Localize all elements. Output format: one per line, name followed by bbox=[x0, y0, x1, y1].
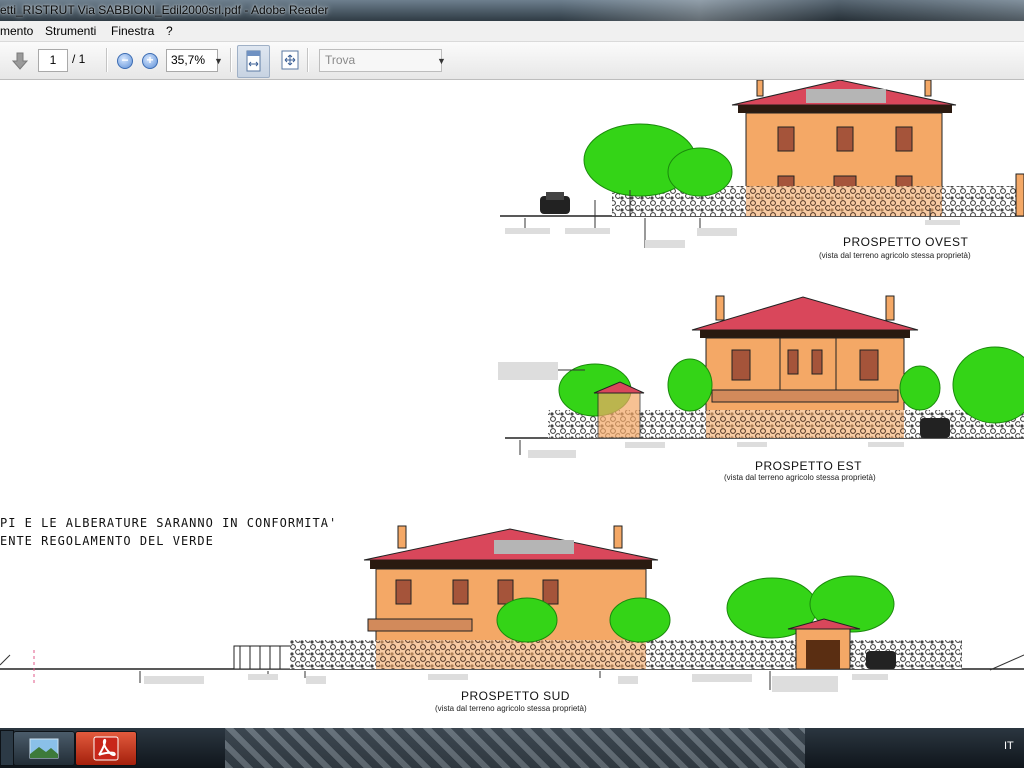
taskbar: IT bbox=[0, 728, 1024, 768]
fit-page-button[interactable] bbox=[237, 45, 270, 78]
start-button[interactable] bbox=[0, 730, 14, 766]
window-title: etti_RISTRUT Via SABBIONI_Edil2000srl.pd… bbox=[0, 3, 329, 17]
zoom-out-icon[interactable]: − bbox=[117, 53, 133, 69]
toolbar-divider bbox=[106, 48, 108, 72]
page-number-input[interactable]: 1 bbox=[38, 49, 68, 72]
elevation-subtitle: (vista dal terreno agricolo stessa propr… bbox=[819, 251, 971, 260]
prospetto-sud bbox=[0, 525, 1024, 692]
drawing-note: ENTE REGOLAMENTO DEL VERDE bbox=[0, 534, 214, 548]
elevation-title: PROSPETTO SUD bbox=[461, 689, 570, 703]
taskbar-adobe-reader-button[interactable] bbox=[75, 731, 137, 766]
menu-bar: mento Strumenti Finestra ? bbox=[0, 21, 1024, 42]
window-titlebar: etti_RISTRUT Via SABBIONI_Edil2000srl.pd… bbox=[0, 0, 1024, 21]
fit-page-icon bbox=[246, 50, 261, 72]
next-page-arrow-icon[interactable] bbox=[10, 51, 30, 74]
elevation-title: PROSPETTO EST bbox=[755, 459, 862, 473]
drawing-note: PI E LE ALBERATURE SARANNO IN CONFORMITA… bbox=[0, 516, 338, 530]
photo-viewer-icon bbox=[29, 738, 59, 759]
document-view[interactable]: PROSPETTO OVEST (vista dal terreno agric… bbox=[0, 80, 1024, 728]
full-screen-icon[interactable] bbox=[278, 48, 302, 75]
language-indicator[interactable]: IT bbox=[1004, 728, 1014, 764]
zoom-dropdown-icon[interactable]: ▼ bbox=[214, 56, 223, 66]
page-total: / 1 bbox=[72, 52, 86, 66]
adobe-reader-icon bbox=[93, 736, 119, 761]
titlebar-background bbox=[560, 0, 1024, 21]
toolbar-divider bbox=[230, 48, 232, 72]
menu-item-strumenti[interactable]: Strumenti bbox=[45, 21, 96, 41]
zoom-in-icon[interactable]: + bbox=[142, 53, 158, 69]
menu-item-documento[interactable]: mento bbox=[0, 21, 33, 41]
toolbar-divider bbox=[307, 48, 309, 72]
elevation-subtitle: (vista dal terreno agricolo stessa propr… bbox=[724, 473, 876, 482]
menu-item-finestra[interactable]: Finestra bbox=[111, 21, 154, 41]
elevation-title: PROSPETTO OVEST bbox=[843, 235, 969, 249]
toolbar: 1 / 1 − + 35,7% ▼ Trova ▼ bbox=[0, 42, 1024, 80]
zoom-level-input[interactable]: 35,7% bbox=[166, 49, 218, 72]
prospetto-est bbox=[498, 295, 1024, 458]
menu-item-help[interactable]: ? bbox=[166, 21, 173, 41]
elevation-subtitle: (vista dal terreno agricolo stessa propr… bbox=[435, 704, 587, 713]
find-input[interactable]: Trova bbox=[319, 49, 442, 72]
find-dropdown-icon[interactable]: ▼ bbox=[437, 56, 446, 66]
elevation-drawing bbox=[0, 80, 1024, 692]
prospetto-ovest bbox=[500, 80, 1024, 248]
taskbar-photo-viewer-button[interactable] bbox=[13, 731, 75, 766]
taskbar-background bbox=[225, 728, 805, 768]
